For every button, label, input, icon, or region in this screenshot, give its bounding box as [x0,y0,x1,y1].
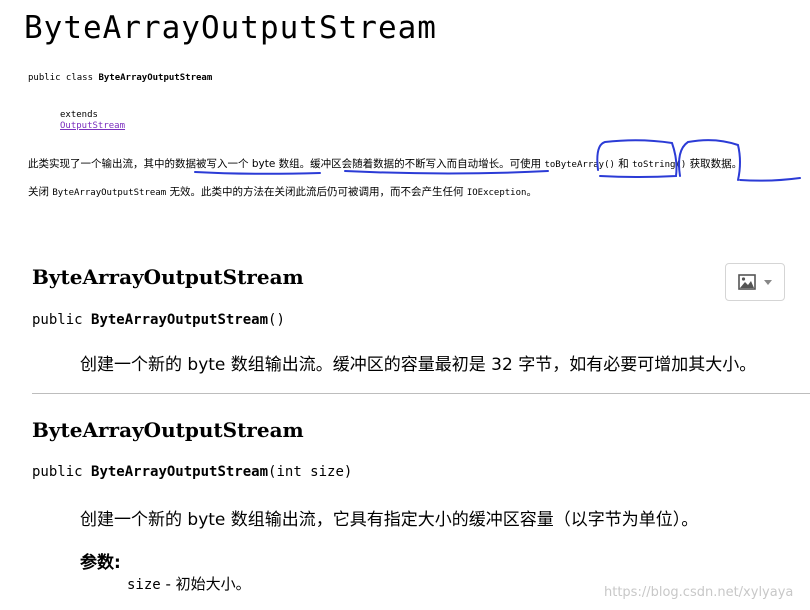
parameter-name: size [127,577,161,593]
desc-text: 和 [614,158,633,170]
constructor-description: 创建一个新的 byte 数组输出流。缓冲区的容量最初是 32 字节，如有必要可增… [80,355,757,375]
image-icon [738,274,756,290]
sig-name: ByteArrayOutputStream [91,312,269,328]
class-description-line1: 此类实现了一个输出流，其中的数据被写入一个 byte 数组。缓冲区会随着数据的不… [28,156,742,171]
class-decl-prefix: public class [28,73,99,83]
to-byte-array-code: toByteArray() [544,160,615,170]
parameter-description: - 初始大小。 [160,575,251,593]
constructor-signature: public ByteArrayOutputStream() [32,312,285,328]
sig-name: ByteArrayOutputStream [91,464,269,480]
desc-text: 无效。此类中的方法在关闭此流后仍可被调用，而不会产生任何 [166,186,467,198]
class-description-line2: 关闭 ByteArrayOutputStream 无效。此类中的方法在关闭此流后… [28,184,537,199]
extends-keyword: extends [60,110,98,120]
desc-text: 获取数据。 [686,158,743,170]
superclass-link[interactable]: OutputStream [60,121,125,131]
underline-annotation [739,177,801,182]
desc-text: 关闭 [28,186,53,198]
sig-params: () [268,312,285,328]
constructor-title: ByteArrayOutputStream [32,265,304,289]
parameters-label: 参数: [80,553,121,573]
parameter-entry: size - 初始大小。 [127,573,251,594]
sig-modifier: public [32,312,92,328]
underline-annotation [194,171,321,175]
watermark-url: https://blog.csdn.net/xylyaya [604,585,794,600]
underline-annotation [344,170,549,175]
class-decl-name: ByteArrayOutputStream [98,73,213,83]
to-string-code: toString() [632,160,687,170]
desc-text: 。 [526,186,537,198]
page-title: ByteArrayOutputStream [24,10,437,46]
sig-modifier: public [32,464,92,480]
desc-text: 此类实现了一个输出流，其中的数据被写入一个 byte 数组。缓冲区会随着数据的不… [28,158,545,170]
io-exception-code: IOException [466,188,527,198]
constructor-description: 创建一个新的 byte 数组输出流，它具有指定大小的缓冲区容量（以字节为单位）。 [80,510,699,530]
constructor-signature: public ByteArrayOutputStream(int size) [32,464,352,480]
class-name-code: ByteArrayOutputStream [52,188,167,198]
caret-down-icon [764,279,772,285]
section-divider [32,393,810,394]
image-insert-button[interactable] [725,263,785,301]
sig-params: (int size) [268,464,353,480]
class-declaration: public class ByteArrayOutputStream [28,73,212,83]
constructor-title: ByteArrayOutputStream [32,418,304,442]
